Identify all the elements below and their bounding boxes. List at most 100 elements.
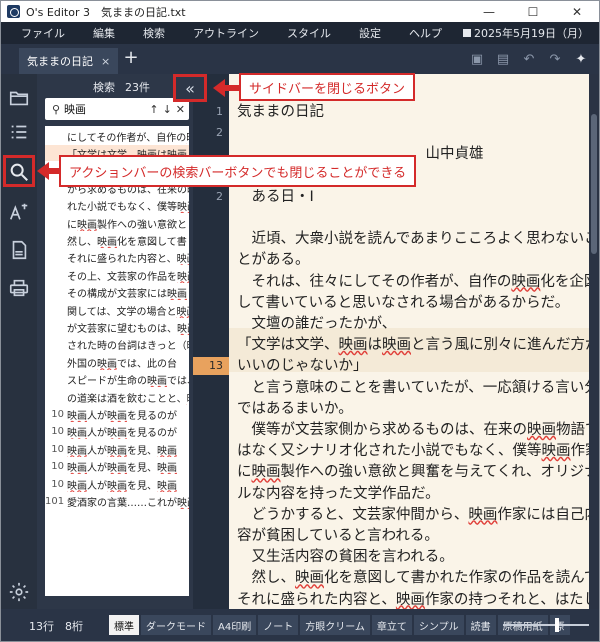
theme-tab[interactable]: 方眼クリーム xyxy=(300,615,370,635)
search-result-item[interactable]: の道楽は酒を飲むことと、映画 xyxy=(45,389,189,405)
result-text: 映画人が映画を見、映画 xyxy=(67,445,177,457)
match-highlight: 映画 xyxy=(77,219,97,231)
editor-line[interactable]: ルな内容を持った文学作品だ。 xyxy=(237,484,587,504)
editor-line[interactable]: 然し、映画化を意図して書かれた作家の作品を読んで、 xyxy=(237,568,589,588)
editor-line[interactable]: 容が貧困していると言われる。 xyxy=(237,526,587,546)
search-result-item[interactable]: その上、文芸家の作品を映画 xyxy=(45,267,189,283)
search-result-item[interactable]: に映画製作への強い意欲と xyxy=(45,215,189,231)
search-result-item[interactable]: 10 映画人が映画を見、映画 xyxy=(45,441,189,457)
search-result-item[interactable]: 10 映画人が映画を見るのが xyxy=(45,406,189,422)
search-input[interactable]: ⚲ 映画 ↑ ↓ ✕ xyxy=(45,98,189,120)
search-result-item[interactable]: 関しては、文学の場合と映画 xyxy=(45,302,189,318)
editor-line[interactable]: 又生活内容の貧困を言われる。 xyxy=(237,547,587,567)
folder-icon[interactable] xyxy=(1,80,37,116)
pdf-icon[interactable] xyxy=(1,232,37,268)
result-text: 映画人が映画を見、映画 xyxy=(67,463,177,475)
search-query[interactable]: 映画 xyxy=(64,101,149,117)
menu-settings[interactable]: 設定 xyxy=(345,25,395,41)
cursor-position: 13行 8桁 xyxy=(29,620,83,633)
result-line-number: 10 xyxy=(51,478,64,490)
outline-list-icon[interactable] xyxy=(1,114,37,150)
save-all-icon[interactable]: ▤ xyxy=(493,49,513,69)
editor-line[interactable]: して書いていると思いなされる場合があるからだ。 xyxy=(237,293,587,313)
theme-tab[interactable]: 章立て xyxy=(371,615,412,635)
theme-tab[interactable]: 標準 xyxy=(109,615,139,635)
match-highlight: 映画 xyxy=(382,337,411,354)
menu-search[interactable]: 検索 xyxy=(129,25,179,41)
editor-line[interactable]: ではあるまいか。 xyxy=(237,399,587,419)
menu-file[interactable]: ファイル xyxy=(1,25,79,41)
search-result-item[interactable]: された時の台詞はきっと（映画 xyxy=(45,337,189,353)
search-result-item[interactable]: その構成が文芸家には映画 xyxy=(45,285,189,301)
line-number xyxy=(193,273,229,291)
undo-icon[interactable]: ↶ xyxy=(519,49,539,69)
line-number xyxy=(193,209,229,227)
tab-close-icon[interactable]: × xyxy=(101,55,110,68)
line-number xyxy=(193,485,229,503)
editor-line[interactable]: どうかすると、文芸家仲間から、映画作家には自己内 xyxy=(237,505,589,525)
match-highlight: 映画 xyxy=(176,254,189,266)
search-result-item[interactable]: 10 映画人が映画を見、映画 xyxy=(45,476,189,492)
clear-search-icon[interactable]: ✕ xyxy=(176,103,185,116)
magnifier-icon: ⚲ xyxy=(51,102,61,116)
theme-tab[interactable]: シンプル xyxy=(413,615,464,635)
search-result-item[interactable]: 101愛酒家の言葉……これが映画 xyxy=(45,493,189,509)
menu-edit[interactable]: 編集 xyxy=(79,25,129,41)
editor-line[interactable]: はなく又シナリオ化された小説でもなく、僕等映画作家 xyxy=(237,441,589,461)
zoom-slider[interactable] xyxy=(503,618,589,632)
match-highlight: 映画 xyxy=(67,410,87,422)
tab-document[interactable]: 気ままの日記 × xyxy=(19,48,119,74)
settings-gear-icon[interactable] xyxy=(1,574,37,610)
add-tab-button[interactable]: + xyxy=(121,49,141,69)
editor-line[interactable]: と言う意味のことを書いていたが、一応頷ける言い分 xyxy=(237,378,589,398)
zoom-slider-knob[interactable] xyxy=(555,618,559,632)
editor-line[interactable]: それに盛られた内容と、映画作家の持つそれと、はたし xyxy=(237,590,589,609)
menu-outline[interactable]: アウトライン xyxy=(179,25,273,41)
editor-line[interactable]: 文壇の誰だったかが、 xyxy=(237,314,587,334)
editor-line[interactable]: いいのじゃないか」 xyxy=(237,356,587,376)
editor-line[interactable]: 「文学は文学、映画は映画と言う風に別々に進んだ方が xyxy=(237,335,589,355)
scrollbar-thumb[interactable] xyxy=(591,114,597,254)
font-style-icon[interactable] xyxy=(1,194,37,230)
menu-style[interactable]: スタイル xyxy=(273,25,345,41)
search-result-item[interactable]: れた小説でもなく、僕等映画 xyxy=(45,198,189,214)
editor-line[interactable]: それは、往々にしてその作者が、自作の映画化を企図 xyxy=(237,272,589,292)
search-result-item[interactable]: 10 映画人が映画を見るのが xyxy=(45,424,189,440)
line-number xyxy=(193,548,229,566)
editor-line[interactable]: とがある。 xyxy=(237,250,587,270)
theme-tab[interactable]: 読書 xyxy=(465,615,496,635)
editor-line[interactable]: 近頃、大衆小説を読んであまりこころよく思わないこ xyxy=(237,229,589,249)
editor-line[interactable]: 僕等が文芸家側から求めるものは、在来の映画物語で xyxy=(237,420,589,440)
match-highlight: 映画 xyxy=(177,497,189,509)
search-button-highlight xyxy=(3,155,35,187)
search-result-item[interactable]: 10 映画人が映画を見、映画 xyxy=(45,459,189,475)
search-result-item[interactable]: それに盛られた内容と、映画 xyxy=(45,250,189,266)
theme-tab[interactable]: A4印刷 xyxy=(213,615,257,635)
editor-line[interactable]: ある日・Ⅰ xyxy=(237,187,587,207)
search-result-item[interactable]: 然し、映画化を意図して書 xyxy=(45,232,189,248)
line-number: 2 xyxy=(216,189,223,203)
result-text: 然し、映画化を意図して書 xyxy=(67,236,187,248)
result-text: 愛酒家の言葉……これが映画 xyxy=(67,494,189,509)
print-icon[interactable] xyxy=(1,270,37,306)
search-result-item[interactable]: にしてその作者が、自作の映画 xyxy=(45,128,189,144)
search-result-item[interactable]: 外国の映画では、此の台 xyxy=(45,354,189,370)
collapse-sidebar-button[interactable]: « xyxy=(173,74,207,102)
save-icon[interactable]: ▣ xyxy=(467,49,487,69)
maximize-button[interactable]: ☐ xyxy=(511,1,555,22)
search-result-item[interactable]: が文芸家に望むものは、映画 xyxy=(45,319,189,335)
editor-line[interactable]: 気ままの日記 xyxy=(237,102,587,122)
close-window-button[interactable]: ✕ xyxy=(555,1,599,22)
menu-help[interactable]: ヘルプ xyxy=(395,25,456,41)
editor-line[interactable]: に映画製作への強い意欲と興奮を与えてくれ、オリジナ xyxy=(237,462,589,482)
theme-tab[interactable]: ダークモード xyxy=(141,615,211,635)
format-icon[interactable]: ✦ xyxy=(571,49,591,69)
next-result-icon[interactable]: ↓ xyxy=(163,103,172,116)
line-number xyxy=(193,442,229,460)
prev-result-icon[interactable]: ↑ xyxy=(149,103,158,116)
search-result-item[interactable]: スピードが生命の映画では、 xyxy=(45,372,189,388)
minimize-button[interactable]: — xyxy=(467,1,511,22)
redo-icon[interactable]: ↷ xyxy=(545,49,565,69)
theme-tab[interactable]: ノート xyxy=(258,615,299,635)
editor-scrollbar[interactable] xyxy=(589,74,599,609)
